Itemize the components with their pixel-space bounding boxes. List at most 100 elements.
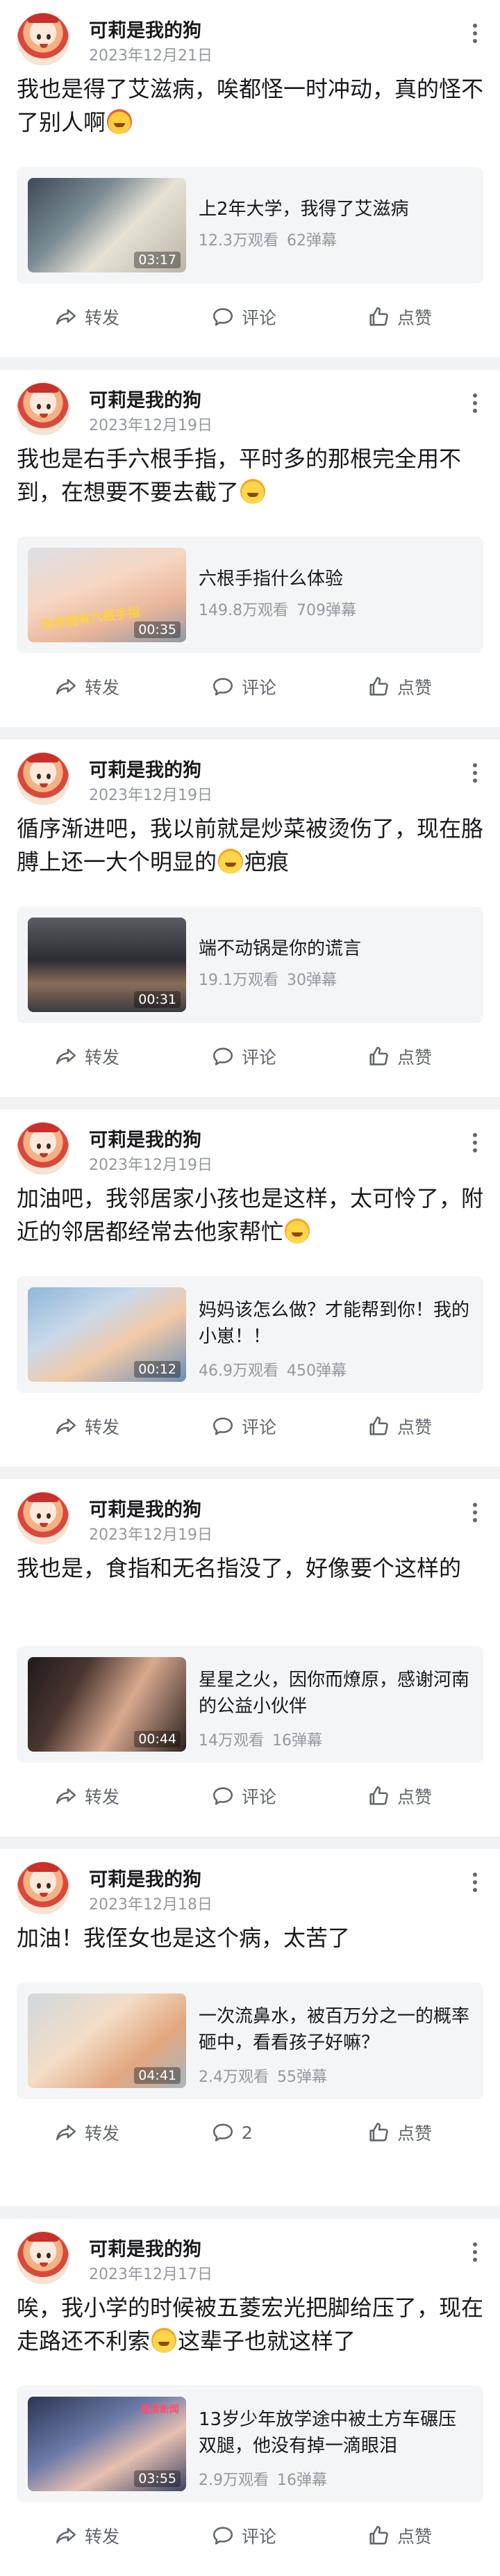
comment-button[interactable]: 评论 [211, 295, 276, 339]
post-card: 可莉是我的狗 2023年12月18日 加油！我侄女也是这个病，太苦了 04:41… [0, 1849, 500, 2206]
video-thumbnail[interactable]: 00:31 [28, 918, 186, 1012]
video-title[interactable]: 一次流鼻水，被百万分之一的概率砸中，看看孩子好嘛？ [199, 2003, 474, 2056]
video-card[interactable]: 00:31 端不动锅是你的谎言 19.1万观看 30弹幕 [17, 906, 483, 1023]
post-date: 2023年12月18日 [89, 1896, 212, 1914]
video-duration: 00:12 [134, 1361, 181, 1378]
username[interactable]: 可莉是我的狗 [89, 1125, 201, 1152]
post-card: 可莉是我的狗 2023年12月19日 我也是，食指和无名指没了，好像要个这样的 … [0, 1479, 500, 1836]
avatar[interactable] [17, 13, 69, 65]
video-card[interactable]: 03:17 上2年大学，我得了艾滋病 12.3万观看 62弹幕 [17, 167, 483, 284]
share-icon [56, 309, 76, 325]
video-title[interactable]: 13岁少年放学途中被土方车碾压双腿，他没有掉一滴眼泪 [199, 2406, 474, 2459]
post-actions: 转发 评论 点赞 [0, 295, 500, 339]
post-text-content: 我也是，食指和无名指没了，好像要个这样的 [17, 1555, 462, 1581]
video-card[interactable]: 04:41 一次流鼻水，被百万分之一的概率砸中，看看孩子好嘛？ 2.4万观看 55… [17, 1982, 483, 2099]
video-danmaku: 16弹幕 [277, 2472, 327, 2489]
comment-button[interactable]: 评论 [211, 1774, 276, 1818]
share-button[interactable]: 转发 [54, 1034, 119, 1079]
video-views: 2.9万观看 [199, 2472, 269, 2489]
like-button[interactable]: 点赞 [367, 2513, 432, 2558]
avatar[interactable] [17, 382, 69, 435]
video-thumbnail[interactable]: 03:17 [28, 178, 186, 272]
laughing-emoji-icon [240, 479, 266, 504]
username[interactable]: 可莉是我的狗 [89, 2234, 201, 2261]
avatar[interactable] [17, 1861, 69, 1914]
video-thumbnail[interactable]: 当你拥有六根手指 00:35 [28, 548, 186, 642]
video-card[interactable]: 00:44 星星之火，因你而燎原，感谢河南的公益小伙伴 14万观看 16弹幕 [17, 1646, 483, 1763]
more-vertical-icon[interactable] [467, 1130, 483, 1158]
video-card[interactable]: 当你拥有六根手指 00:35 六根手指什么体验 149.8万观看 709弹幕 [17, 537, 483, 653]
video-title[interactable]: 上2年大学，我得了艾滋病 [199, 196, 474, 222]
thumbs-up-icon [369, 676, 388, 696]
like-button[interactable]: 点赞 [367, 1774, 432, 1818]
like-button[interactable]: 点赞 [367, 1034, 432, 1079]
post-text: 唉，我小学的时候被五菱宏光把脚给压了，现在走路还不利索 这辈子也就这样了 [17, 2291, 483, 2358]
like-button[interactable]: 点赞 [367, 1404, 432, 1449]
video-stats: 2.4万观看 55弹幕 [199, 2064, 327, 2087]
share-button[interactable]: 转发 [54, 1774, 119, 1818]
video-duration: 03:55 [134, 2470, 181, 2487]
share-button[interactable]: 转发 [54, 295, 119, 339]
thumbs-up-icon [369, 2122, 388, 2142]
share-button[interactable]: 转发 [54, 2513, 119, 2558]
post-actions: 转发 2 点赞 [0, 2110, 500, 2155]
post-card: 可莉是我的狗 2023年12月19日 循序渐进吧，我以前就是炒菜被烫伤了，现在胳… [0, 740, 500, 1097]
comment-button[interactable]: 评论 [211, 665, 276, 709]
video-duration: 04:41 [134, 2067, 181, 2084]
post-date: 2023年12月17日 [89, 2266, 212, 2283]
video-danmaku: 16弹幕 [272, 1732, 322, 1750]
share-label: 转发 [85, 1047, 120, 1068]
more-vertical-icon[interactable] [467, 1500, 483, 1528]
video-danmaku: 709弹幕 [296, 602, 356, 619]
post-text: 加油！我侄女也是这个病，太苦了 [17, 1921, 483, 1955]
video-thumbnail[interactable]: 00:12 [28, 1287, 186, 1382]
post-actions: 转发 评论 点赞 [0, 1774, 500, 1818]
more-vertical-icon[interactable] [467, 760, 483, 788]
post-text-content: 加油吧，我邻居家小孩也是这样，太可怜了，附近的邻居都经常去他家帮忙 [17, 1185, 484, 1245]
username[interactable]: 可莉是我的狗 [89, 15, 201, 42]
username[interactable]: 可莉是我的狗 [89, 1494, 201, 1522]
video-title[interactable]: 妈妈该怎么做？才能帮到你！我的小崽！！ [199, 1297, 474, 1350]
like-label: 点赞 [397, 1047, 433, 1068]
username[interactable]: 可莉是我的狗 [89, 385, 201, 412]
avatar[interactable] [17, 752, 69, 805]
video-thumbnail[interactable]: 00:44 [28, 1657, 186, 1752]
thumbs-up-icon [369, 1046, 388, 1066]
video-title[interactable]: 六根手指什么体验 [199, 566, 474, 592]
like-label: 点赞 [397, 2527, 433, 2547]
comment-button[interactable]: 2 [211, 2110, 253, 2155]
video-title[interactable]: 星星之火，因你而燎原，感谢河南的公益小伙伴 [199, 1667, 474, 1720]
like-button[interactable]: 点赞 [367, 2110, 432, 2155]
video-stats: 2.9万观看 16弹幕 [199, 2468, 327, 2490]
like-label: 点赞 [397, 308, 433, 328]
avatar[interactable] [17, 1492, 69, 1544]
share-button[interactable]: 转发 [54, 665, 119, 709]
thumbnail-overlay-text: 看清新闻 [140, 2404, 179, 2415]
share-button[interactable]: 转发 [54, 1404, 119, 1449]
like-button[interactable]: 点赞 [367, 665, 432, 709]
post-text: 加油吧，我邻居家小孩也是这样，太可怜了，附近的邻居都经常去他家帮忙 [17, 1182, 483, 1248]
username[interactable]: 可莉是我的狗 [89, 755, 201, 782]
comment-label: 评论 [242, 308, 277, 328]
post-header: 可莉是我的狗 2023年12月17日 [17, 2230, 483, 2285]
more-vertical-icon[interactable] [467, 21, 483, 49]
video-card[interactable]: 看清新闻 03:55 13岁少年放学途中被土方车碾压双腿，他没有掉一滴眼泪 2.9… [17, 2386, 483, 2502]
more-vertical-icon[interactable] [467, 1870, 483, 1898]
post-header: 可莉是我的狗 2023年12月18日 [17, 1860, 483, 1916]
video-title[interactable]: 端不动锅是你的谎言 [199, 936, 474, 962]
share-label: 转发 [85, 2527, 120, 2547]
like-button[interactable]: 点赞 [367, 295, 432, 339]
username[interactable]: 可莉是我的狗 [89, 1864, 201, 1891]
share-button[interactable]: 转发 [54, 2110, 119, 2155]
avatar[interactable] [17, 1122, 69, 1175]
comment-button[interactable]: 评论 [211, 1404, 276, 1449]
more-vertical-icon[interactable] [467, 2240, 483, 2267]
more-vertical-icon[interactable] [467, 391, 483, 418]
video-thumbnail[interactable]: 04:41 [28, 1994, 186, 2088]
video-thumbnail[interactable]: 看清新闻 03:55 [28, 2397, 186, 2491]
video-stats: 149.8万观看 709弹幕 [199, 598, 356, 620]
comment-button[interactable]: 评论 [211, 1034, 276, 1079]
comment-button[interactable]: 评论 [211, 2513, 276, 2558]
avatar[interactable] [17, 2231, 69, 2284]
video-card[interactable]: 00:12 妈妈该怎么做？才能帮到你！我的小崽！！ 46.9万观看 450弹幕 [17, 1276, 483, 1393]
